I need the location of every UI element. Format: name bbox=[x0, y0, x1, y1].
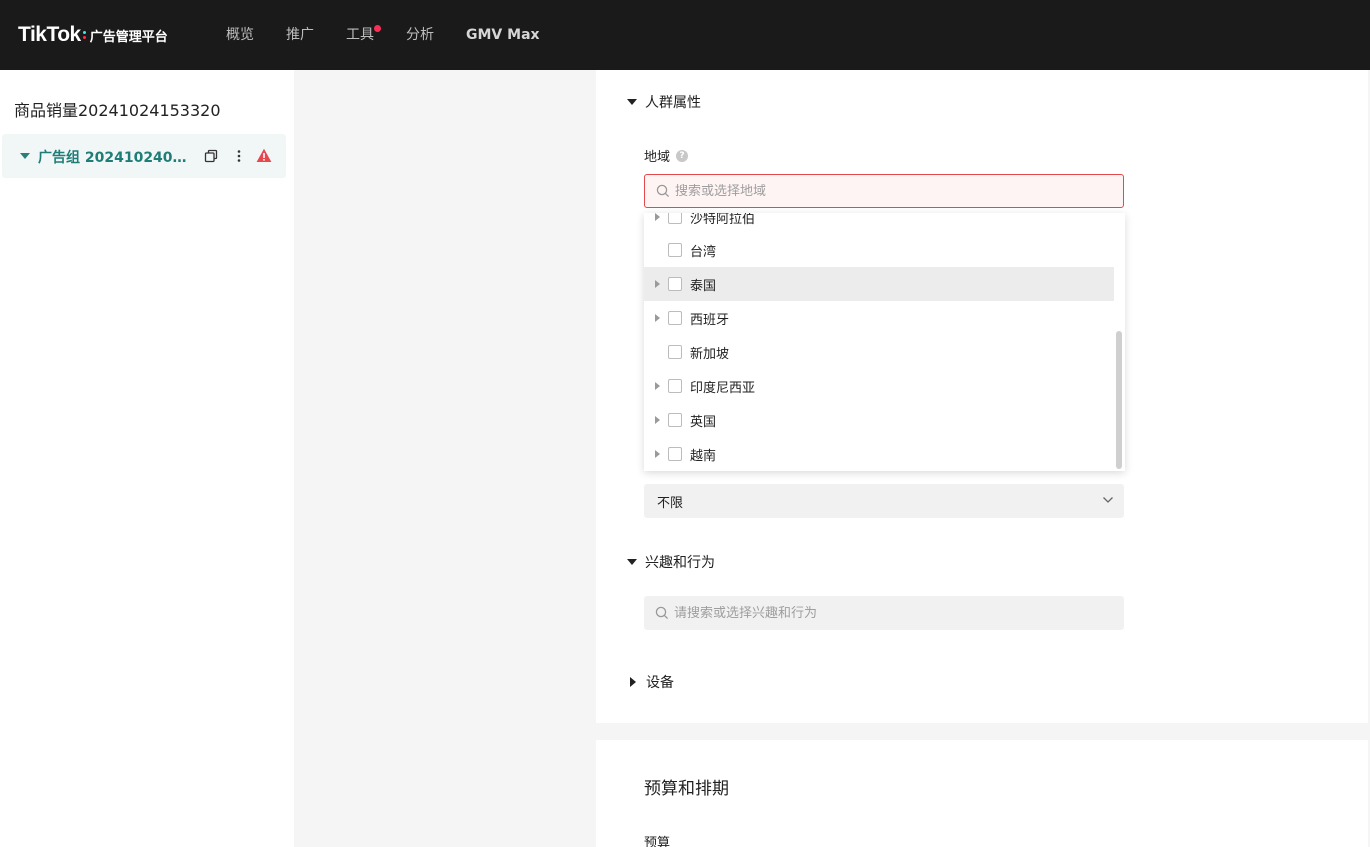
search-icon bbox=[655, 606, 669, 620]
nav-analytics[interactable]: 分析 bbox=[406, 24, 434, 46]
interests-section-toggle[interactable]: 兴趣和行为 bbox=[627, 552, 715, 572]
logo-subtitle: 广告管理平台 bbox=[89, 29, 168, 45]
location-option-label: 沙特阿拉伯 bbox=[690, 213, 756, 227]
expand-caret-icon[interactable] bbox=[655, 280, 660, 288]
notification-dot-icon bbox=[374, 25, 381, 32]
location-option[interactable]: 泰国 bbox=[644, 267, 1114, 301]
expand-caret-icon[interactable] bbox=[655, 213, 660, 221]
more-vertical-icon[interactable] bbox=[232, 149, 246, 163]
nav-tools: 工具 bbox=[346, 27, 374, 43]
nav-gmv-max[interactable]: GMV Max bbox=[466, 24, 540, 46]
nav-tools-wrapper[interactable]: 工具 bbox=[346, 24, 381, 46]
location-search[interactable] bbox=[644, 174, 1124, 208]
caret-down-icon[interactable] bbox=[20, 153, 30, 159]
location-label: 地域 bbox=[644, 150, 671, 165]
location-option[interactable]: 台湾 bbox=[644, 233, 1114, 267]
interests-search[interactable] bbox=[644, 596, 1124, 630]
expand-caret-icon[interactable] bbox=[655, 382, 660, 390]
audience-section-toggle[interactable]: 人群属性 bbox=[627, 92, 701, 112]
option-checkbox[interactable] bbox=[668, 447, 682, 461]
chevron-down-icon bbox=[1103, 497, 1113, 503]
caret-down-icon bbox=[627, 99, 637, 105]
budget-field-label: 预算 bbox=[644, 836, 671, 847]
main-nav: 概览 推广 工具 分析 GMV Max bbox=[226, 24, 572, 46]
location-option[interactable]: 新加坡 bbox=[644, 335, 1114, 369]
logo-mark: TikTok bbox=[18, 23, 81, 46]
location-option-label: 台湾 bbox=[690, 245, 717, 260]
adgroup-name: 广告组 20241024034... bbox=[38, 150, 194, 166]
device-section-toggle[interactable]: 设备 bbox=[628, 672, 674, 692]
option-checkbox[interactable] bbox=[668, 311, 682, 325]
location-option-label: 新加坡 bbox=[690, 347, 730, 362]
nav-promote[interactable]: 推广 bbox=[286, 24, 314, 46]
location-option-label: 西班牙 bbox=[690, 313, 730, 328]
expand-caret-icon[interactable] bbox=[655, 416, 660, 424]
budget-section-title: 预算和排期 bbox=[644, 779, 729, 799]
sidebar-item-adgroup[interactable]: 广告组 20241024034... bbox=[2, 134, 286, 178]
location-option[interactable]: 越南 bbox=[644, 437, 1114, 471]
device-section-title: 设备 bbox=[646, 675, 674, 691]
campaign-title[interactable]: 商品销量20241024153320 bbox=[14, 97, 221, 121]
dropdown-scrollbar-thumb[interactable] bbox=[1116, 331, 1122, 469]
location-option-label: 泰国 bbox=[690, 279, 717, 294]
campaign-sidebar: 商品销量20241024153320 广告组 20241024034... bbox=[0, 70, 294, 847]
audience-section-title: 人群属性 bbox=[645, 95, 701, 111]
tiktok-ads-logo[interactable]: TikTok 广告管理平台 bbox=[18, 20, 168, 50]
logo-colon-icon bbox=[82, 28, 86, 42]
location-option[interactable]: 英国 bbox=[644, 403, 1114, 437]
option-checkbox[interactable] bbox=[668, 243, 682, 257]
expand-caret-icon[interactable] bbox=[655, 314, 660, 322]
location-dropdown[interactable]: 沙特阿拉伯 台湾 泰国 西班牙 新加坡 印度尼西亚 英国 越南 bbox=[644, 213, 1125, 471]
option-checkbox[interactable] bbox=[668, 213, 682, 224]
location-field-label: 地域 ? bbox=[644, 146, 689, 165]
caret-right-icon bbox=[630, 677, 636, 687]
caret-down-icon bbox=[627, 559, 637, 565]
nav-overview[interactable]: 概览 bbox=[226, 24, 254, 46]
location-option-label: 印度尼西亚 bbox=[690, 381, 756, 396]
audience-select[interactable]: 不限 bbox=[644, 484, 1124, 518]
location-search-input[interactable] bbox=[675, 183, 1075, 199]
location-option-label: 英国 bbox=[690, 415, 717, 430]
option-checkbox[interactable] bbox=[668, 379, 682, 393]
interests-search-input[interactable] bbox=[674, 605, 1074, 621]
audience-select-value: 不限 bbox=[657, 496, 684, 511]
option-checkbox[interactable] bbox=[668, 413, 682, 427]
expand-caret-icon[interactable] bbox=[655, 450, 660, 458]
location-option[interactable]: 西班牙 bbox=[644, 301, 1114, 335]
option-checkbox[interactable] bbox=[668, 345, 682, 359]
location-option[interactable]: 沙特阿拉伯 bbox=[644, 213, 1114, 234]
help-icon[interactable]: ? bbox=[676, 149, 689, 162]
location-option-label: 越南 bbox=[690, 449, 717, 464]
interests-section-title: 兴趣和行为 bbox=[645, 555, 715, 571]
location-option[interactable]: 印度尼西亚 bbox=[644, 369, 1114, 403]
copy-icon[interactable] bbox=[204, 149, 218, 163]
top-navigation-bar: TikTok 广告管理平台 概览 推广 工具 分析 GMV Max bbox=[0, 0, 1370, 70]
option-checkbox[interactable] bbox=[668, 277, 682, 291]
warning-icon bbox=[256, 148, 272, 162]
search-icon bbox=[656, 184, 670, 198]
